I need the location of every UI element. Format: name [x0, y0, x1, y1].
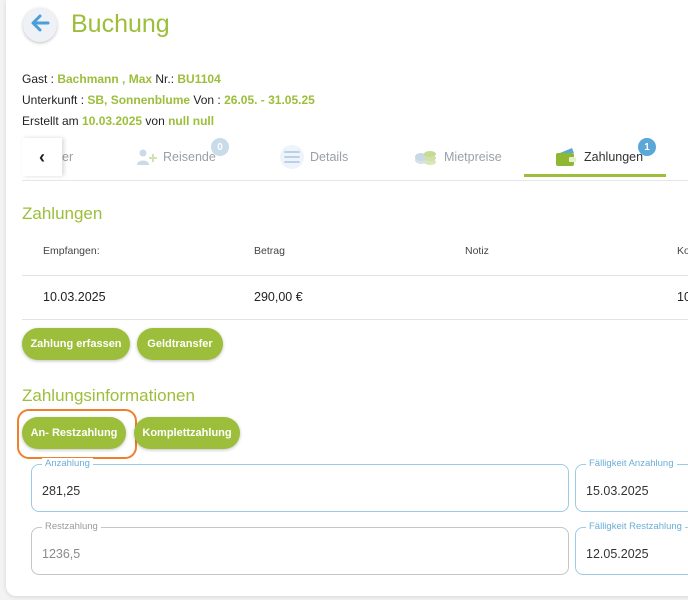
created-info-line: Erstellt am 10.03.2025 von null null: [22, 114, 214, 128]
tab-reisende-label: Reisende: [163, 150, 216, 164]
creator-name: null null: [168, 114, 215, 128]
column-header-ko: Ko: [677, 245, 688, 257]
back-button[interactable]: [23, 8, 57, 42]
guest-label: Gast :: [22, 72, 58, 86]
guest-info-line: Gast : Bachmann , Max Nr.: BU1104: [22, 72, 221, 86]
tab-details-label: Details: [310, 150, 349, 164]
von-label: Von :: [190, 93, 225, 107]
faelligkeit-anzahlung-value: 15.03.2025: [586, 484, 649, 498]
zahlung-erfassen-button[interactable]: Zahlung erfassen: [22, 328, 130, 360]
list-icon: [280, 145, 304, 169]
tab-bar: ‹ er Reisende 0 Details Mietpreise Zahlu…: [22, 138, 688, 181]
anzahlung-field[interactable]: Anzahlung 281,25: [31, 458, 569, 512]
people-icon: [137, 148, 157, 166]
payments-section-title: Zahlungen: [22, 204, 103, 223]
komplettzahlung-button[interactable]: Komplettzahlung: [134, 417, 240, 449]
restzahlung-value: 1236,5: [42, 547, 81, 561]
nr-label: Nr.:: [152, 72, 178, 86]
wallet-icon: [556, 148, 578, 166]
payment-info-section-title: Zahlungsinformationen: [22, 386, 195, 405]
created-date: 10.03.2025: [82, 114, 143, 128]
date-range: 26.05. - 31.05.25: [224, 93, 315, 107]
booking-panel: Buchung Gast : Bachmann , Max Nr.: BU110…: [6, 0, 688, 596]
tab-mietpreise-label: Mietpreise: [444, 150, 502, 164]
accommodation-info-line: Unterkunft : SB, Sonnenblume Von : 26.05…: [22, 93, 315, 107]
coins-icon: [414, 148, 438, 166]
tab-scroll-left-button[interactable]: ‹: [22, 138, 62, 176]
active-tab-indicator: [524, 174, 666, 177]
tab-zahlungen-label: Zahlungen: [584, 150, 644, 164]
restzahlung-field: Restzahlung 1236,5: [31, 521, 569, 575]
unterkunft-value: SB, Sonnenblume: [87, 93, 191, 107]
tab-partial-label: er: [62, 150, 74, 164]
booking-number: BU1104: [177, 72, 221, 86]
faelligkeit-restzahlung-field[interactable]: Fälligkeit Restzahlung 12.05.2025: [575, 521, 688, 575]
tab-partial[interactable]: er: [62, 138, 73, 176]
column-header-empfangen: Empfangen:: [43, 245, 100, 257]
geldtransfer-button[interactable]: Geldtransfer: [137, 328, 223, 360]
tab-details[interactable]: Details: [280, 138, 348, 176]
cell-empfangen: 10.03.2025: [43, 290, 106, 304]
table-divider: [22, 275, 688, 276]
an-restzahlung-button[interactable]: An- Restzahlung: [22, 417, 126, 449]
anzahlung-label: Anzahlung: [42, 458, 93, 469]
restzahlung-label: Restzahlung: [42, 521, 101, 532]
zahlungen-count-badge: 1: [638, 138, 656, 156]
faelligkeit-anzahlung-label: Fälligkeit Anzahlung: [586, 458, 677, 469]
arrow-left-icon: [29, 12, 51, 39]
column-header-notiz: Notiz: [465, 245, 489, 257]
faelligkeit-anzahlung-field[interactable]: Fälligkeit Anzahlung 15.03.2025: [575, 458, 688, 512]
unterkunft-label: Unterkunft :: [22, 93, 88, 107]
page-title: Buchung: [71, 10, 170, 38]
column-header-betrag: Betrag: [254, 245, 285, 257]
cell-ko: 10: [677, 290, 688, 304]
cell-betrag: 290,00 €: [254, 290, 303, 304]
erstellt-label: Erstellt am: [22, 114, 83, 128]
creator-label: von: [142, 114, 169, 128]
anzahlung-value: 281,25: [42, 484, 81, 498]
table-divider-bottom: [22, 319, 688, 320]
tab-reisende[interactable]: Reisende 0: [137, 138, 229, 176]
chevron-left-icon: ‹: [39, 146, 45, 167]
faelligkeit-restzahlung-value: 12.05.2025: [586, 547, 649, 561]
reisende-count-badge: 0: [211, 138, 229, 156]
faelligkeit-restzahlung-label: Fälligkeit Restzahlung: [586, 521, 685, 532]
tab-mietpreise[interactable]: Mietpreise: [414, 138, 502, 176]
guest-name: Bachmann , Max: [57, 72, 153, 86]
tab-zahlungen[interactable]: Zahlungen 1: [556, 138, 656, 176]
